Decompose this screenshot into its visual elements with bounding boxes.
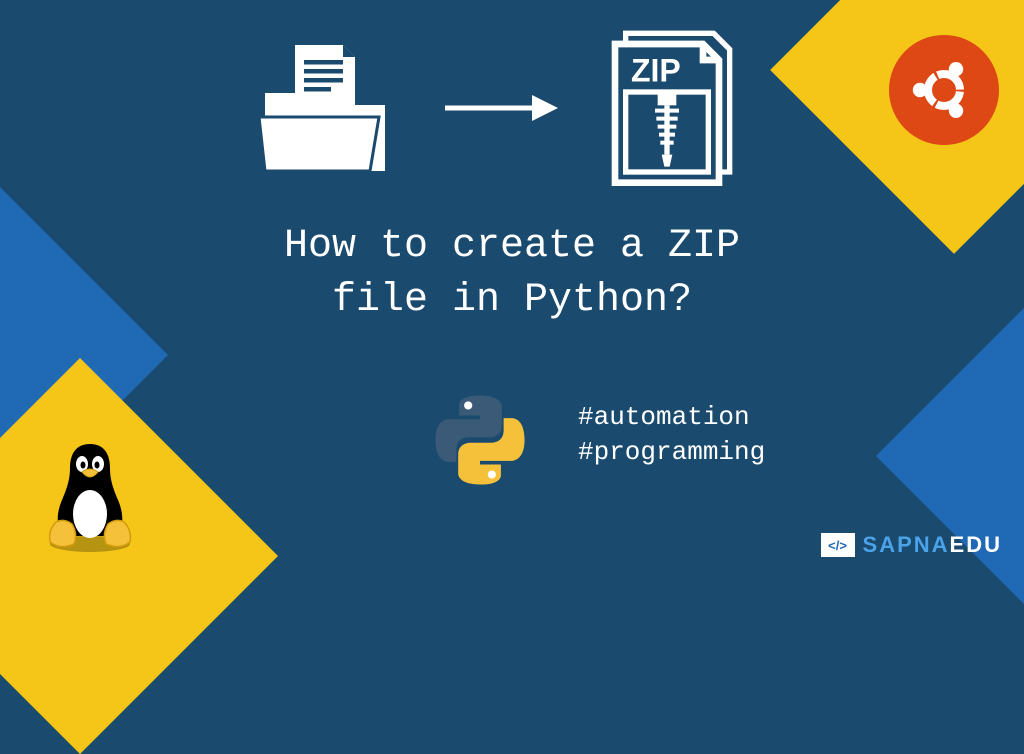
icon-row: ZIP [250, 28, 750, 188]
python-logo-icon [430, 390, 530, 490]
decorative-shape-bottom-left [0, 358, 278, 754]
hashtag-automation: #automation [578, 400, 765, 435]
zip-label-text: ZIP [631, 52, 681, 88]
brand-part-1: SAPNA [863, 532, 950, 557]
brand-part-2: EDU [950, 532, 1002, 557]
brand-text: SAPNAEDU [863, 532, 1002, 558]
headline-line-2: file in Python? [0, 274, 1024, 328]
decorative-shape-top-right [770, 0, 1024, 254]
hashtag-programming: #programming [578, 435, 765, 470]
folder-document-icon [250, 33, 400, 183]
ubuntu-icon [904, 50, 984, 130]
headline-line-1: How to create a ZIP [0, 220, 1024, 274]
zip-file-icon: ZIP [600, 28, 750, 188]
headline: How to create a ZIP file in Python? [0, 220, 1024, 328]
tux-linux-icon [40, 436, 140, 556]
ubuntu-logo [889, 35, 999, 145]
brand-icon: </> [821, 533, 855, 557]
arrow-right-icon [440, 93, 560, 123]
brand-logo: </> SAPNAEDU [821, 532, 1002, 558]
hashtags: #automation #programming [578, 400, 765, 470]
